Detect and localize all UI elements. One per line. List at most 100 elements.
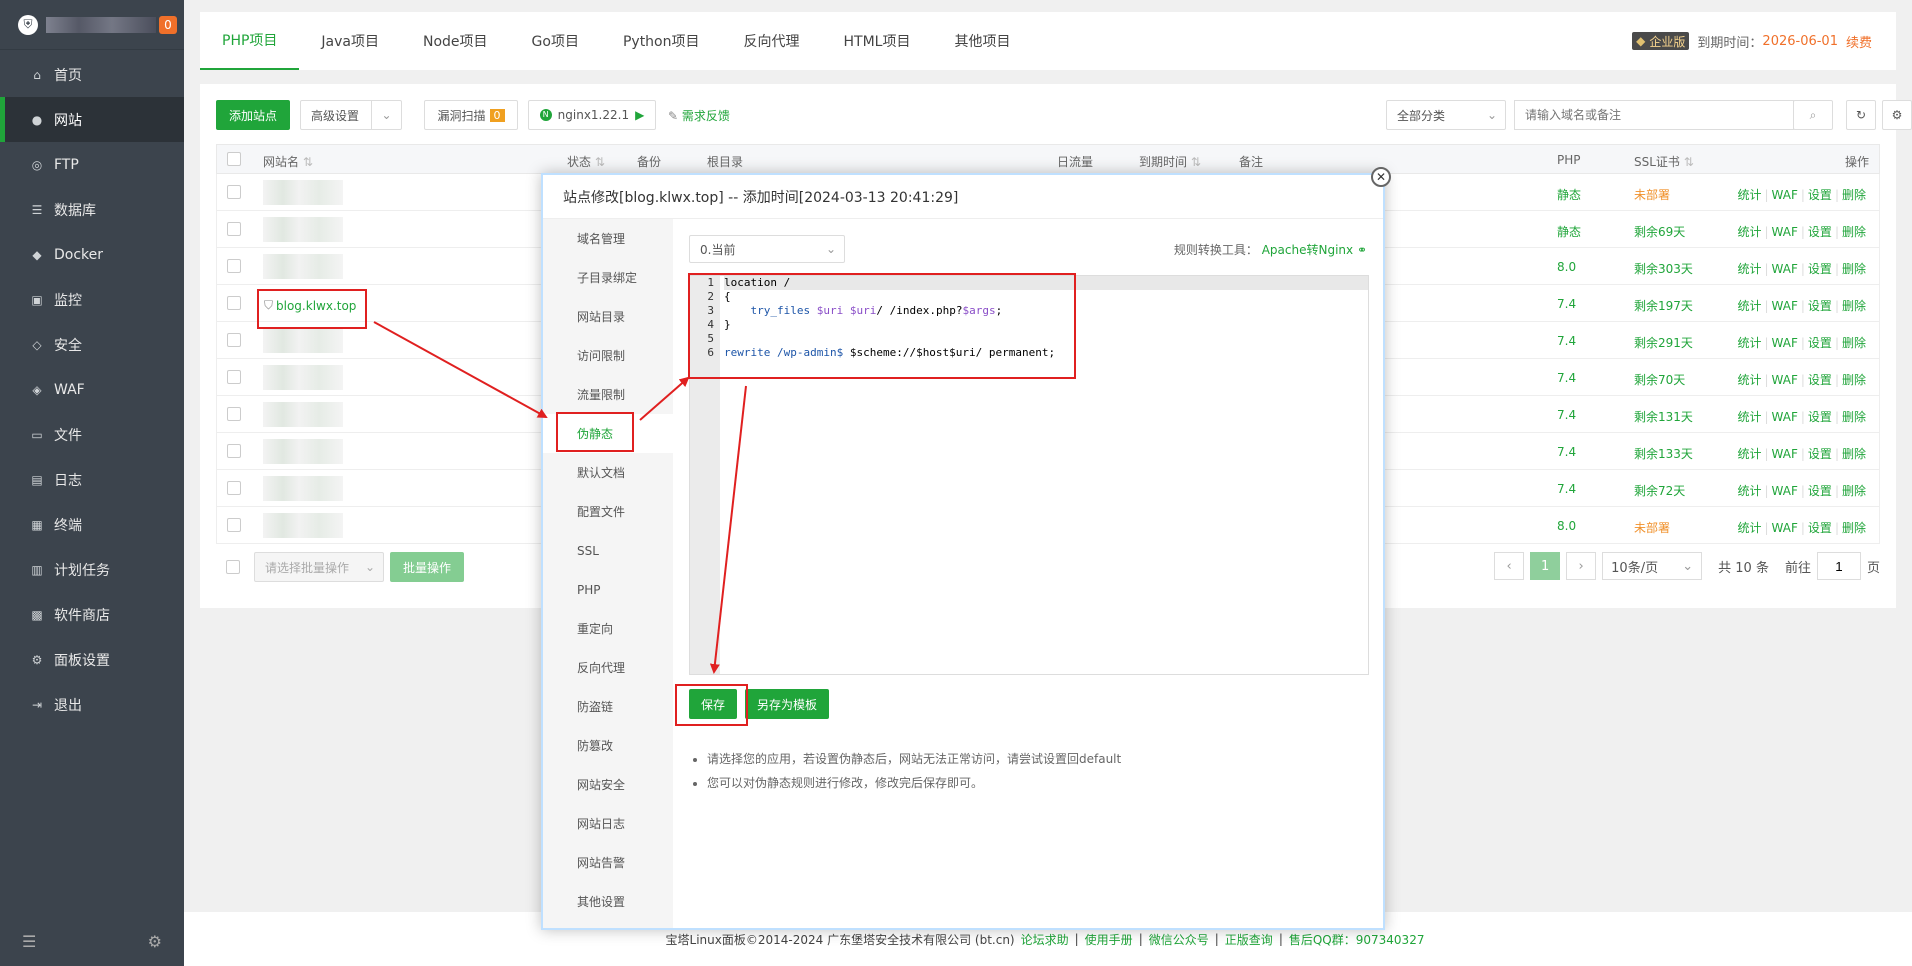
stats-link[interactable]: 统计 [1737,410,1761,424]
next-page-button[interactable]: › [1566,552,1597,580]
ssl-status[interactable]: 剩余131天 [1634,408,1693,425]
php-version[interactable]: 7.4 [1557,482,1576,496]
php-version[interactable]: 7.4 [1557,371,1576,385]
modal-menu-item[interactable]: 重定向 [543,609,673,648]
sidebar-item-logs[interactable]: ▤ 日志 [0,457,184,502]
row-checkbox[interactable] [227,370,241,384]
modal-menu-item[interactable]: 网站安全 [543,765,673,804]
stats-link[interactable]: 统计 [1737,521,1761,535]
modal-menu-item[interactable]: PHP [543,570,673,609]
row-checkbox[interactable] [227,518,241,532]
tab-python[interactable]: Python项目 [601,12,722,70]
license-check-link[interactable]: 正版查询 [1225,931,1273,948]
site-name-blurred[interactable] [263,217,343,242]
row-checkbox[interactable] [227,481,241,495]
sidebar-item-docker[interactable]: ◆ Docker [0,232,184,277]
row-checkbox[interactable] [227,333,241,347]
select-all-checkbox[interactable] [227,152,241,166]
row-checkbox[interactable] [227,185,241,199]
php-version[interactable]: 7.4 [1557,297,1576,311]
ssl-status[interactable]: 剩余197天 [1634,297,1693,314]
waf-link[interactable]: WAF [1772,262,1798,276]
vuln-scan-button[interactable]: 漏洞扫描 0 [424,100,518,130]
stats-link[interactable]: 统计 [1737,262,1761,276]
row-checkbox[interactable] [227,259,241,273]
sidebar-item-security[interactable]: ◇ 安全 [0,322,184,367]
col-status[interactable]: 状态 ⇅ [567,153,605,170]
prev-page-button[interactable]: ‹ [1494,552,1525,580]
save-as-template-button[interactable]: 另存为模板 [745,689,829,719]
qq-group-link[interactable]: 售后QQ群：907340327 [1289,931,1425,948]
close-icon[interactable]: ✕ [1371,167,1391,187]
settings-link[interactable]: 设置 [1808,447,1832,461]
waf-link[interactable]: WAF [1772,484,1798,498]
site-name-blurred[interactable] [263,402,343,427]
modal-menu-item[interactable]: 伪静态 [543,414,673,453]
stats-link[interactable]: 统计 [1737,484,1761,498]
settings-button[interactable]: ⚙ [1882,100,1912,130]
refresh-button[interactable]: ↻ [1846,100,1876,130]
modal-menu-item[interactable]: 流量限制 [543,375,673,414]
modal-menu-item[interactable]: 其他设置 [543,882,673,921]
sidebar-item-database[interactable]: ☰ 数据库 [0,187,184,232]
delete-link[interactable]: 删除 [1842,262,1866,276]
modal-menu-item[interactable]: 配置文件 [543,492,673,531]
feedback-link[interactable]: ✎ 需求反馈 [668,107,730,124]
settings-link[interactable]: 设置 [1808,484,1832,498]
stats-link[interactable]: 统计 [1737,299,1761,313]
site-name-blurred[interactable] [263,476,343,501]
site-name-blurred[interactable] [263,365,343,390]
renew-link[interactable]: 续费 [1846,32,1872,51]
sidebar-item-store[interactable]: ▩ 软件商店 [0,592,184,637]
ssl-status[interactable]: 未部署 [1634,519,1670,536]
tab-go[interactable]: Go项目 [510,12,601,70]
delete-link[interactable]: 删除 [1842,373,1866,387]
modal-menu-item[interactable]: 防篡改 [543,726,673,765]
row-checkbox[interactable] [227,296,241,310]
waf-link[interactable]: WAF [1772,447,1798,461]
modal-menu-item[interactable]: 子目录绑定 [543,258,673,297]
site-name-blurred[interactable] [263,439,343,464]
sidebar-item-cron[interactable]: ▥ 计划任务 [0,547,184,592]
waf-link[interactable]: WAF [1772,410,1798,424]
per-page-select[interactable]: 10条/页 ⌄ [1602,552,1703,580]
php-version[interactable]: 静态 [1557,223,1581,240]
search-button[interactable]: ⌕ [1793,100,1833,130]
ssl-status[interactable]: 剩余72天 [1634,482,1685,499]
delete-link[interactable]: 删除 [1842,447,1866,461]
row-checkbox[interactable] [227,222,241,236]
forum-link[interactable]: 论坛求助 [1021,931,1069,948]
php-version[interactable]: 8.0 [1557,519,1576,533]
waf-link[interactable]: WAF [1772,299,1798,313]
bulk-checkbox[interactable] [226,560,240,574]
site-name-blurred[interactable] [263,513,343,538]
tab-other[interactable]: 其他项目 [932,12,1032,70]
tab-html[interactable]: HTML项目 [822,12,933,70]
save-button[interactable]: 保存 [689,689,737,719]
stats-link[interactable]: 统计 [1737,373,1761,387]
delete-link[interactable]: 删除 [1842,225,1866,239]
site-link-blog[interactable]: ⛉ blog.klwx.top [264,298,356,313]
row-checkbox[interactable] [227,407,241,421]
modal-menu-item[interactable]: 反向代理 [543,648,673,687]
modal-menu-item[interactable]: 网站告警 [543,843,673,882]
rewrite-template-select[interactable]: 0.当前 ⌄ [689,235,845,263]
waf-link[interactable]: WAF [1772,225,1798,239]
ssl-status[interactable]: 剩余69天 [1634,223,1685,240]
collapse-menu-icon[interactable]: ☰ [22,932,36,951]
site-name-blurred[interactable] [263,254,343,279]
row-checkbox[interactable] [227,444,241,458]
goto-page-input[interactable] [1816,552,1861,580]
settings-link[interactable]: 设置 [1808,521,1832,535]
sidebar-item-ftp[interactable]: ◎ FTP [0,142,184,187]
stats-link[interactable]: 统计 [1737,225,1761,239]
site-name-blurred[interactable] [263,328,343,353]
stats-link[interactable]: 统计 [1737,447,1761,461]
sidebar-item-waf[interactable]: ◈ WAF [0,367,184,412]
sidebar-item-monitor[interactable]: ▣ 监控 [0,277,184,322]
modal-menu-item[interactable]: 防盗链 [543,687,673,726]
delete-link[interactable]: 删除 [1842,336,1866,350]
add-site-button[interactable]: 添加站点 [216,100,290,130]
col-expire[interactable]: 到期时间 ⇅ [1139,153,1201,170]
tab-reverse-proxy[interactable]: 反向代理 [722,12,822,70]
